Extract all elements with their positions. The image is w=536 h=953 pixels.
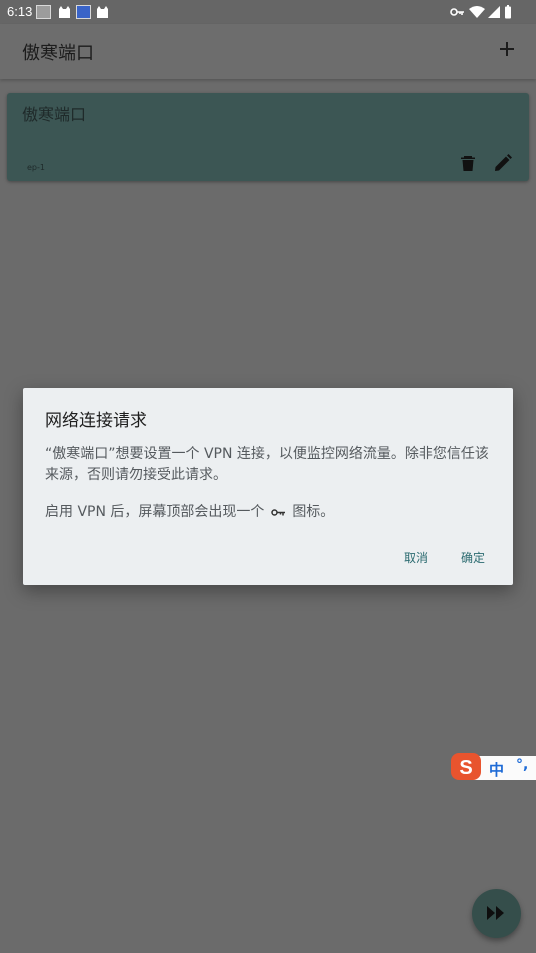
status-bar: 6:13 <box>0 0 536 24</box>
dialog-notice-before: 启用 VPN 后，屏幕顶部会出现一个 <box>45 504 265 520</box>
profile-subtitle: ep-1 <box>27 163 45 172</box>
wifi-icon <box>469 6 485 18</box>
image-app-icon <box>76 5 91 19</box>
dialog-message: “傲寒端口”想要设置一个 VPN 连接，以便监控网络流量。除非您信任该来源，否则… <box>45 446 489 483</box>
battery-icon <box>505 5 511 19</box>
profile-title: 傲寒端口 <box>22 105 87 124</box>
status-time: 6:13 <box>7 4 33 19</box>
status-right-icons <box>450 5 511 19</box>
ime-mode-label[interactable]: 中 <box>489 759 504 780</box>
cat-app-icon <box>59 6 70 18</box>
vpn-key-icon <box>271 508 285 516</box>
cat-app-icon <box>97 6 108 18</box>
signal-icon <box>488 6 500 18</box>
dialog-notice: 启用 VPN 后，屏幕顶部会出现一个 图标。 <box>45 502 497 523</box>
pencil-icon[interactable] <box>493 153 513 173</box>
trash-icon[interactable] <box>458 153 478 173</box>
cancel-button[interactable]: 取消 <box>404 549 428 566</box>
connect-fab[interactable] <box>472 889 521 938</box>
ime-logo-letter: S <box>459 757 472 779</box>
plus-icon[interactable] <box>496 38 518 60</box>
ok-button[interactable]: 确定 <box>461 549 485 566</box>
qr-code-icon <box>36 5 51 19</box>
profile-card[interactable]: 傲寒端口 ep-1 <box>7 93 529 181</box>
vpn-key-icon <box>450 8 464 16</box>
vpn-request-dialog: 网络连接请求 “傲寒端口”想要设置一个 VPN 连接，以便监控网络流量。除非您信… <box>23 388 513 585</box>
ime-punct-label[interactable]: °, <box>516 757 528 773</box>
dialog-title: 网络连接请求 <box>45 411 147 431</box>
app-bar: 傲寒端口 <box>0 24 536 79</box>
sogou-logo-icon[interactable]: S <box>450 752 482 781</box>
dialog-notice-after: 图标。 <box>292 504 335 520</box>
app-title: 傲寒端口 <box>22 43 94 64</box>
ime-floating-widget[interactable]: S 中 °, <box>450 752 536 781</box>
fast-forward-icon <box>487 906 504 920</box>
